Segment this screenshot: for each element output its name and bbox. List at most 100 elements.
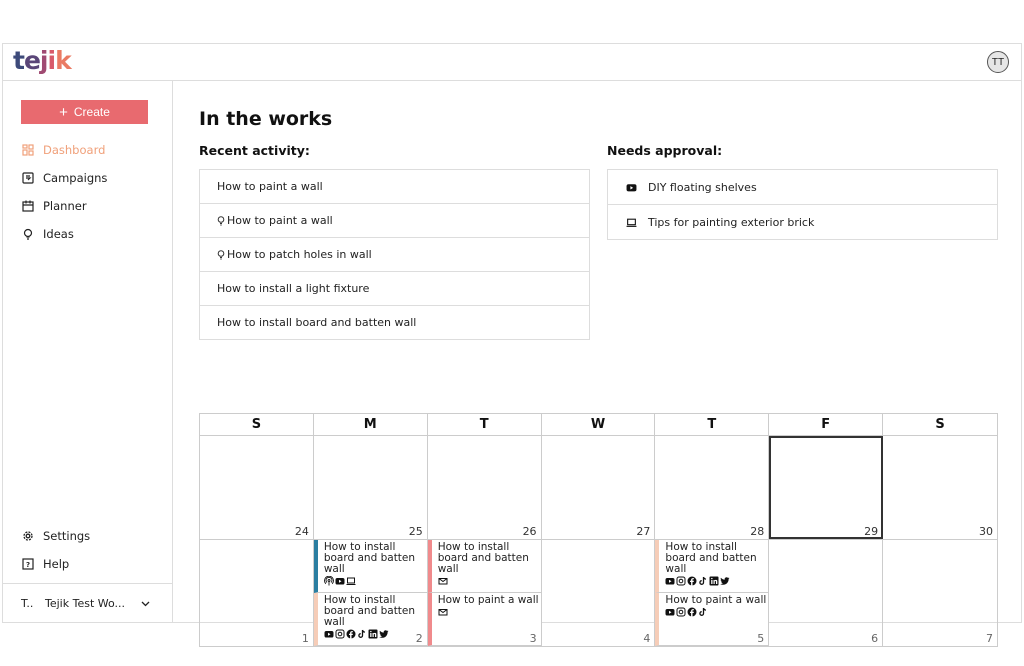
sidebar-item-label: Campaigns — [43, 171, 108, 185]
calendar-event[interactable]: How to install board and batten wall — [313, 593, 427, 646]
event-title: How to paint a wall — [665, 594, 767, 606]
weekday-label: T — [428, 414, 542, 435]
calendar-event[interactable]: How to install board and batten wall — [655, 540, 769, 593]
calendar-day[interactable]: 25 — [314, 436, 428, 539]
day-number: 30 — [978, 525, 993, 538]
svg-text:?: ? — [26, 561, 30, 569]
day-number: 2 — [415, 632, 423, 645]
recent-activity-label: How to install board and batten wall — [217, 316, 417, 329]
calendar-day[interactable]: How to install board and batten wall How … — [655, 540, 770, 646]
twitter-icon — [720, 576, 730, 586]
tejik-logo[interactable]: tejik — [13, 46, 72, 75]
lightbulb-icon — [21, 227, 35, 241]
main-content: In the works Recent activity: How to pai… — [173, 81, 1021, 647]
calendar-day[interactable]: 24 — [200, 436, 314, 539]
channel-icons — [324, 629, 427, 639]
sidebar-item-dashboard[interactable]: Dashboard — [21, 136, 171, 164]
channel-icons — [665, 607, 768, 617]
laptop-icon — [625, 217, 637, 228]
workspace-switcher[interactable]: T.. Tejik Test Wo... — [3, 583, 172, 623]
chevron-down-icon — [141, 597, 150, 610]
linkedin-icon — [709, 576, 719, 586]
weekday-label: S — [935, 417, 945, 432]
calendar-day[interactable]: 1 — [200, 540, 314, 646]
sidebar-item-planner[interactable]: Planner — [21, 192, 171, 220]
sidebar-item-ideas[interactable]: Ideas — [21, 220, 171, 248]
calendar-week: 24 25 26 27 28 29 30 — [200, 436, 997, 540]
weekday-label: F — [769, 414, 884, 435]
email-icon — [438, 576, 448, 586]
user-avatar[interactable]: TT — [987, 51, 1009, 73]
calendar-day[interactable]: How to install board and batten wall How … — [313, 540, 428, 646]
calendar-day[interactable]: How to install board and batten wall How … — [427, 540, 542, 646]
day-number: 7 — [985, 632, 993, 645]
sidebar-item-label: Ideas — [43, 227, 74, 241]
calendar-event[interactable]: How to install board and batten wall — [313, 540, 427, 593]
sidebar-item-campaigns[interactable]: Campaigns — [21, 164, 171, 192]
recent-activity-item[interactable]: How to paint a wall — [200, 170, 589, 204]
recent-activity-label: How to paint a wall — [217, 180, 323, 193]
facebook-icon — [687, 607, 697, 617]
sidebar-item-settings[interactable]: Settings — [21, 522, 171, 550]
sidebar-item-label: Dashboard — [43, 143, 106, 157]
calendar-day[interactable]: 7 — [883, 540, 997, 646]
plus-icon: + — [59, 103, 68, 121]
calendar-day[interactable]: 27 — [542, 436, 656, 539]
help-icon: ? — [21, 557, 35, 571]
event-title: How to paint a wall — [437, 594, 539, 606]
day-number: 5 — [757, 632, 765, 645]
tiktok-icon — [357, 629, 367, 639]
recent-activity-label: How to patch holes in wall — [227, 248, 372, 261]
sidebar-item-label: Settings — [43, 529, 91, 543]
lightbulb-icon — [217, 249, 225, 260]
recent-activity-heading: Recent activity: — [199, 143, 310, 158]
youtube-icon — [665, 576, 675, 586]
campaigns-icon — [21, 171, 35, 185]
page-title: In the works — [199, 108, 333, 130]
logo-letter: t — [13, 46, 25, 75]
approval-label: DIY floating shelves — [648, 180, 757, 194]
youtube-icon — [335, 576, 345, 586]
event-title: How to install board and batten wall — [323, 594, 416, 628]
facebook-icon — [687, 576, 697, 586]
day-number: 4 — [643, 632, 651, 645]
tiktok-icon — [698, 576, 708, 586]
recent-activity-item[interactable]: How to install a light fixture — [200, 272, 589, 306]
day-number: 6 — [871, 632, 879, 645]
calendar-event[interactable]: How to install board and batten wall — [427, 540, 541, 593]
linkedin-icon — [368, 629, 378, 639]
recent-activity-item[interactable]: How to patch holes in wall — [200, 238, 589, 272]
calendar-event[interactable]: How to paint a wall — [655, 593, 769, 646]
weekday-label: M — [314, 414, 428, 435]
create-button[interactable]: + Create — [21, 100, 148, 124]
youtube-icon — [665, 607, 675, 617]
recent-activity-item[interactable]: How to install board and batten wall — [200, 306, 589, 340]
laptop-icon — [346, 576, 356, 586]
calendar-day[interactable]: 6 — [769, 540, 884, 646]
sidebar-nav: Dashboard Campaigns Planner Ideas — [21, 136, 171, 248]
sidebar-item-help[interactable]: ? Help — [21, 550, 171, 578]
logo-letter: i — [47, 46, 57, 75]
weekday-label: W — [542, 414, 656, 435]
approval-item[interactable]: Tips for painting exterior brick — [608, 205, 997, 240]
calendar-day-today[interactable]: 29 — [769, 436, 884, 539]
day-number: 29 — [864, 525, 879, 538]
calendar-day[interactable]: 4 — [542, 540, 656, 646]
logo-letter: j — [39, 46, 49, 75]
facebook-icon — [346, 629, 356, 639]
calendar-day[interactable]: 28 — [655, 436, 770, 539]
weekday-label: S — [200, 414, 314, 435]
calendar-event[interactable]: How to paint a wall — [427, 593, 541, 646]
lightbulb-icon — [217, 215, 225, 226]
calendar-day[interactable]: 30 — [883, 436, 997, 539]
event-title: How to install board and batten wall — [437, 541, 529, 575]
instagram-icon — [676, 576, 686, 586]
top-bar: tejik TT — [3, 44, 1021, 81]
day-number: 27 — [636, 525, 651, 538]
calendar-day[interactable]: 26 — [428, 436, 542, 539]
gear-icon — [21, 529, 35, 543]
recent-activity-item[interactable]: How to paint a wall — [200, 204, 589, 238]
tiktok-icon — [698, 607, 708, 617]
approval-item[interactable]: DIY floating shelves — [608, 170, 997, 205]
recent-activity-list: How to paint a wall How to paint a wall Ho… — [199, 169, 590, 340]
